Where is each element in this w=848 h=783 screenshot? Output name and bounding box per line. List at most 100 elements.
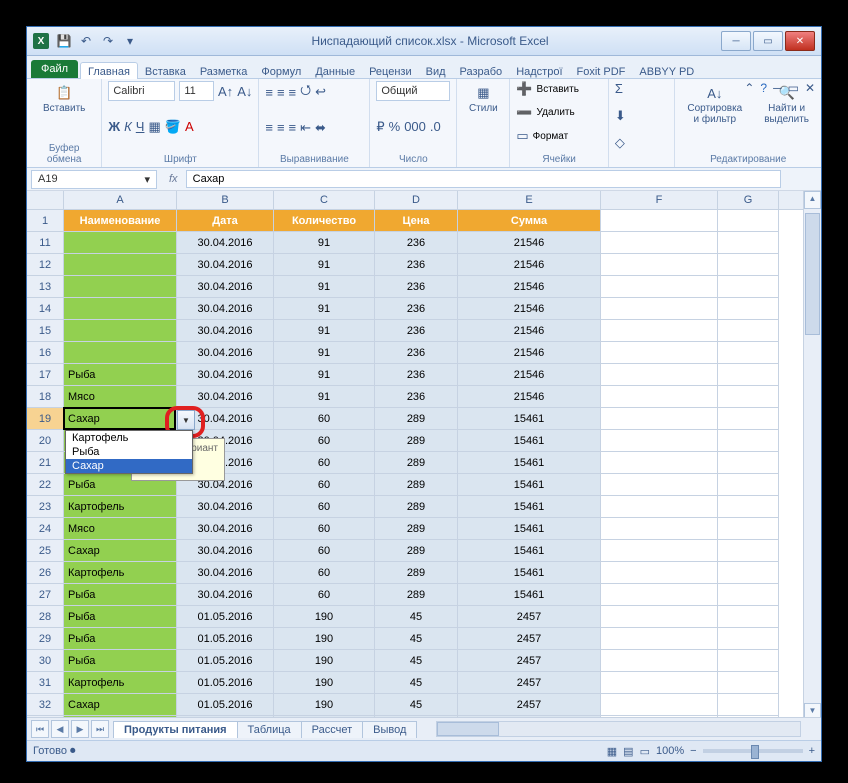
cell[interactable]: 60 (274, 562, 375, 584)
cell[interactable]: 236 (375, 342, 458, 364)
cell[interactable] (718, 540, 779, 562)
validation-dropdown-list[interactable]: Картофель Рыба Сахар (65, 430, 193, 474)
sheet-tab[interactable]: Таблица (237, 721, 302, 738)
cell[interactable] (718, 298, 779, 320)
cell[interactable] (718, 694, 779, 716)
zoom-level[interactable]: 100% (656, 745, 684, 757)
cell[interactable] (601, 540, 718, 562)
cell[interactable]: Картофель (64, 672, 177, 694)
view-break-icon[interactable]: ▭ (640, 745, 650, 758)
cell[interactable]: Рыба (64, 628, 177, 650)
cell[interactable]: 21546 (458, 232, 601, 254)
cell[interactable] (718, 606, 779, 628)
cell[interactable] (601, 452, 718, 474)
font-size-combo[interactable]: 11 (179, 81, 214, 101)
cell[interactable] (718, 254, 779, 276)
cell[interactable]: 236 (375, 232, 458, 254)
row-header[interactable]: 18 (27, 386, 64, 408)
font-color-icon[interactable]: A (185, 119, 194, 134)
table-header[interactable]: Сумма (458, 210, 601, 232)
cell[interactable]: 91 (274, 232, 375, 254)
cell[interactable]: 289 (375, 452, 458, 474)
cell[interactable]: 60 (274, 584, 375, 606)
row-header[interactable]: 24 (27, 518, 64, 540)
row-header[interactable]: 29 (27, 628, 64, 650)
wb-close-icon[interactable]: ✕ (805, 81, 815, 95)
file-tab[interactable]: Файл (31, 60, 78, 78)
cell[interactable]: 289 (375, 408, 458, 430)
cell[interactable]: 01.05.2016 (177, 606, 274, 628)
dropdown-item[interactable]: Картофель (66, 431, 192, 445)
row-header[interactable]: 32 (27, 694, 64, 716)
cell[interactable] (601, 298, 718, 320)
cell[interactable] (601, 386, 718, 408)
cell[interactable]: 190 (274, 628, 375, 650)
cell[interactable]: 30.04.2016 (177, 364, 274, 386)
table-header[interactable]: Цена (375, 210, 458, 232)
cell[interactable]: Сахар (64, 408, 177, 430)
row-header[interactable]: 31 (27, 672, 64, 694)
cell[interactable]: Мясо (64, 386, 177, 408)
cell[interactable]: Картофель (64, 496, 177, 518)
cells-format-button[interactable]: ▭Формат (516, 128, 602, 144)
cell[interactable] (718, 276, 779, 298)
cell[interactable]: 289 (375, 474, 458, 496)
cell[interactable]: 2457 (458, 716, 601, 717)
cell[interactable]: Сахар (64, 540, 177, 562)
cell[interactable]: 30.04.2016 (177, 496, 274, 518)
cell[interactable]: 21546 (458, 364, 601, 386)
fill-icon[interactable]: 🪣 (165, 119, 181, 135)
row-header[interactable]: 15 (27, 320, 64, 342)
number-format-combo[interactable]: Общий (376, 81, 450, 101)
cell[interactable]: 60 (274, 430, 375, 452)
cell[interactable]: 45 (375, 606, 458, 628)
cell[interactable]: 60 (274, 474, 375, 496)
macro-record-icon[interactable]: ⏺ (70, 745, 76, 757)
cell[interactable] (601, 628, 718, 650)
cell[interactable] (601, 210, 718, 232)
cell[interactable] (718, 518, 779, 540)
qat-customize-icon[interactable]: ▾ (121, 32, 139, 50)
paste-button[interactable]: 📋Вставить (33, 81, 95, 118)
cell[interactable]: 236 (375, 364, 458, 386)
maximize-button[interactable]: ▭ (753, 31, 783, 51)
cell[interactable] (64, 320, 177, 342)
comma-icon[interactable]: 000 (404, 119, 426, 134)
align-right-icon[interactable]: ≡ (289, 120, 297, 135)
shrink-font-icon[interactable]: A↓ (237, 84, 252, 99)
cell[interactable] (601, 562, 718, 584)
cell[interactable]: 236 (375, 386, 458, 408)
cell[interactable] (718, 364, 779, 386)
sheet-nav-prev-icon[interactable]: ◀ (51, 720, 69, 738)
cell[interactable]: 30.04.2016 (177, 276, 274, 298)
cell[interactable]: Мясо (64, 518, 177, 540)
cell[interactable]: 01.05.2016 (177, 650, 274, 672)
qat-redo-icon[interactable]: ↷ (99, 32, 117, 50)
cell[interactable]: 01.05.2016 (177, 672, 274, 694)
cell[interactable]: Рыба (64, 364, 177, 386)
cell[interactable]: 15461 (458, 452, 601, 474)
align-top-icon[interactable]: ≡ (265, 85, 273, 100)
cell[interactable]: 2457 (458, 694, 601, 716)
border-icon[interactable]: ▦ (148, 119, 160, 135)
align-left-icon[interactable]: ≡ (265, 120, 273, 135)
horizontal-scrollbar[interactable] (436, 721, 801, 737)
table-header[interactable]: Наименование (64, 210, 177, 232)
cell[interactable] (718, 430, 779, 452)
qat-save-icon[interactable]: 💾 (55, 32, 73, 50)
cell[interactable]: 190 (274, 694, 375, 716)
row-header[interactable]: 14 (27, 298, 64, 320)
cell[interactable]: 236 (375, 320, 458, 342)
cell[interactable]: 01.05.2016 (177, 628, 274, 650)
cell[interactable]: Сахар (64, 694, 177, 716)
cell[interactable]: 30.04.2016 (177, 540, 274, 562)
cells-insert-button[interactable]: ➕Вставить (516, 81, 602, 97)
cell[interactable]: Рыба (64, 606, 177, 628)
scroll-up-icon[interactable]: ▲ (804, 191, 821, 209)
cell[interactable] (601, 364, 718, 386)
cell[interactable]: 15461 (458, 430, 601, 452)
cell[interactable]: 60 (274, 540, 375, 562)
cell[interactable]: 45 (375, 716, 458, 717)
cell[interactable]: 289 (375, 562, 458, 584)
align-center-icon[interactable]: ≡ (277, 120, 285, 135)
